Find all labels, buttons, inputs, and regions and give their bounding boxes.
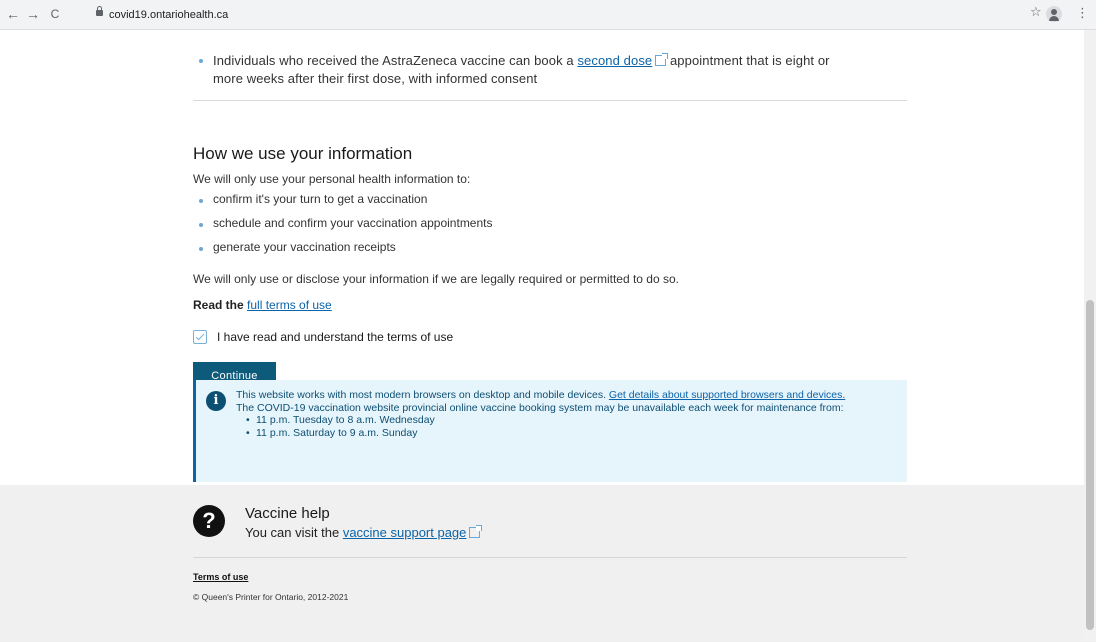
- bullet-icon: [199, 59, 203, 63]
- read-prefix: Read the: [193, 298, 244, 312]
- bullet-icon: [199, 247, 203, 251]
- help-text-before: You can visit the: [245, 525, 343, 540]
- forward-arrow-icon[interactable]: →: [24, 5, 42, 23]
- address-bar[interactable]: covid19.ontariohealth.ca: [109, 4, 228, 26]
- notice-text: This website works with most modern brow…: [236, 389, 896, 439]
- footer-divider: [193, 557, 907, 558]
- astrazeneca-eligibility-item: Individuals who received the AstraZeneca…: [199, 52, 853, 88]
- profile-avatar-icon[interactable]: [1046, 6, 1062, 22]
- list-item-text: confirm it's your turn to get a vaccinat…: [213, 192, 428, 206]
- browser-menu-icon[interactable]: ⋮: [1076, 5, 1089, 21]
- vaccine-support-link[interactable]: vaccine support page: [343, 525, 467, 540]
- copyright-text: © Queen's Printer for Ontario, 2012-2021: [193, 592, 349, 602]
- back-arrow-icon[interactable]: ←: [4, 5, 22, 23]
- list-item: 11 p.m. Tuesday to 8 a.m. Wednesday: [246, 414, 896, 427]
- browser-toolbar: ← → C covid19.ontariohealth.ca ☆ ⋮: [0, 0, 1096, 30]
- page-scrollbar[interactable]: [1084, 30, 1096, 642]
- list-item: schedule and confirm your vaccination ap…: [199, 216, 493, 230]
- info-icon: i: [206, 391, 226, 411]
- scrollbar-thumb[interactable]: [1086, 300, 1094, 630]
- section-divider: [193, 100, 907, 101]
- supported-browsers-link[interactable]: Get details about supported browsers and…: [609, 389, 845, 401]
- full-terms-link[interactable]: full terms of use: [247, 298, 332, 312]
- bullet-icon: [199, 199, 203, 203]
- reload-icon[interactable]: C: [46, 5, 64, 23]
- list-item: confirm it's your turn to get a vaccinat…: [199, 192, 428, 206]
- terms-of-use-link[interactable]: Terms of use: [193, 572, 248, 582]
- second-dose-link[interactable]: second dose: [577, 53, 652, 68]
- maintenance-list: 11 p.m. Tuesday to 8 a.m. Wednesday 11 p…: [236, 414, 896, 439]
- astra-text-before: Individuals who received the AstraZeneca…: [213, 53, 578, 68]
- browser-notice-box: i This website works with most modern br…: [193, 380, 907, 482]
- help-icon: ?: [193, 505, 225, 537]
- info-use-intro: We will only use your personal health in…: [193, 172, 471, 186]
- external-link-icon: [469, 525, 483, 538]
- maintenance-text: The COVID-19 vaccination website provinc…: [236, 401, 844, 414]
- notice-line1: This website works with most modern brow…: [236, 389, 609, 401]
- vaccine-help-text: You can visit the vaccine support page: [245, 525, 483, 540]
- section-heading: How we use your information: [193, 144, 413, 163]
- external-link-icon: [655, 53, 669, 66]
- read-terms-line: Read the full terms of use: [193, 298, 332, 312]
- disclosure-text: We will only use or disclose your inform…: [193, 272, 679, 286]
- vaccine-help-title: Vaccine help: [245, 505, 330, 522]
- terms-checkbox-label[interactable]: I have read and understand the terms of …: [217, 330, 453, 344]
- terms-checkbox[interactable]: [193, 330, 207, 344]
- lock-icon: [96, 6, 103, 16]
- list-item: 11 p.m. Saturday to 9 a.m. Sunday: [246, 427, 896, 440]
- list-item-text: schedule and confirm your vaccination ap…: [213, 216, 493, 230]
- list-item: generate your vaccination receipts: [199, 240, 396, 254]
- bullet-icon: [199, 223, 203, 227]
- page-footer: ? Vaccine help You can visit the vaccine…: [0, 485, 1084, 642]
- list-item-text: generate your vaccination receipts: [213, 240, 396, 254]
- bookmark-star-icon[interactable]: ☆: [1030, 4, 1042, 20]
